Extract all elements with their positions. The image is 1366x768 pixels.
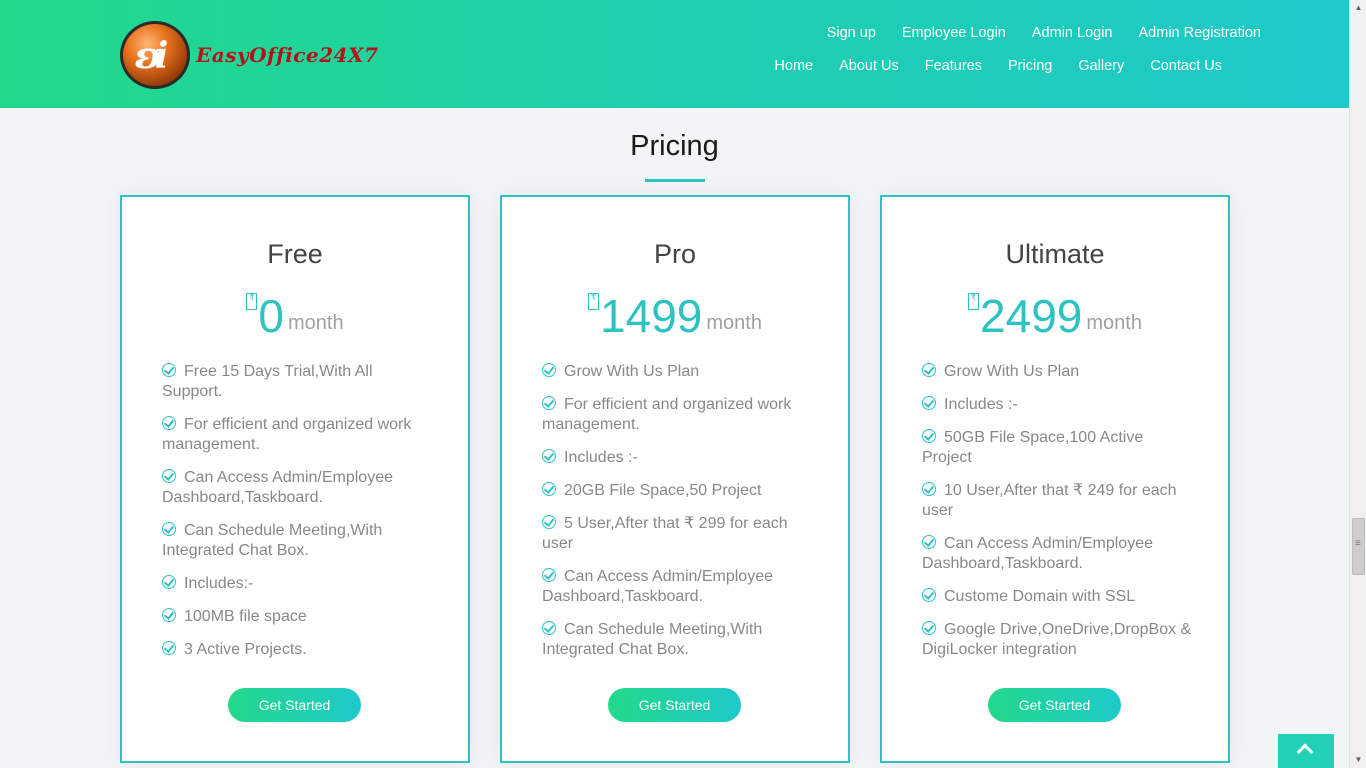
nav-gallery[interactable]: Gallery xyxy=(1078,58,1124,74)
back-to-top-button[interactable] xyxy=(1278,734,1334,768)
price-period: month xyxy=(706,312,762,334)
brand-logo[interactable]: ʚi EasyOffice24X7 xyxy=(120,20,410,90)
check-circle-icon xyxy=(162,641,176,655)
rupee-icon: ₹ xyxy=(588,293,600,310)
plan-name: Free xyxy=(267,239,323,269)
scroll-up-arrow-icon[interactable]: ▲ xyxy=(1351,0,1366,16)
check-circle-icon xyxy=(542,449,556,463)
check-circle-icon xyxy=(542,396,556,410)
logo-text: EasyOffice24X7 xyxy=(196,43,379,67)
check-circle-icon xyxy=(922,363,936,377)
feature-item: Includes:- xyxy=(162,574,437,594)
rupee-icon: ₹ xyxy=(246,293,258,310)
check-circle-icon xyxy=(922,482,936,496)
price-amount: 0 xyxy=(258,290,284,342)
price-period: month xyxy=(288,312,344,334)
top-nav: Sign up Employee Login Admin Login Admin… xyxy=(827,25,1261,41)
price-amount: 2499 xyxy=(980,290,1083,342)
price-period: month xyxy=(1086,312,1142,334)
feature-item: Includes :- xyxy=(542,448,817,468)
check-circle-icon xyxy=(922,535,936,549)
nav-contact-us[interactable]: Contact Us xyxy=(1150,58,1222,74)
plan-name: Ultimate xyxy=(1005,239,1105,269)
feature-item: Custome Domain with SSL xyxy=(922,587,1197,607)
price-row: ₹1499 month xyxy=(502,289,848,343)
check-circle-icon xyxy=(162,575,176,589)
feature-item: Grow With Us Plan xyxy=(922,362,1197,382)
scroll-down-arrow-icon[interactable]: ▼ xyxy=(1351,752,1366,768)
feature-item: Can Access Admin/Employee Dashboard,Task… xyxy=(162,469,393,506)
nav-about-us[interactable]: About Us xyxy=(839,58,899,74)
plan-name: Pro xyxy=(653,239,697,269)
price-row: ₹2499 month xyxy=(882,289,1228,343)
check-circle-icon xyxy=(922,588,936,602)
feature-item: Can Access Admin/Employee Dashboard,Task… xyxy=(922,535,1153,572)
section-title: Pricing xyxy=(630,130,719,162)
check-circle-icon xyxy=(162,608,176,622)
check-circle-icon xyxy=(162,522,176,536)
feature-list: Grow With Us Plan For efficient and orga… xyxy=(542,362,817,673)
check-circle-icon xyxy=(162,416,176,430)
check-circle-icon xyxy=(922,429,936,443)
nav-pricing[interactable]: Pricing xyxy=(1008,58,1052,74)
chevron-up-icon xyxy=(1296,743,1314,761)
pricing-card-free: Free ₹0 month Free 15 Days Trial,With All… xyxy=(120,195,470,763)
rupee-icon: ₹ xyxy=(968,293,980,310)
check-circle-icon xyxy=(542,621,556,635)
pricing-card-ultimate: Ultimate ₹2499 month Grow With Us Plan In… xyxy=(880,195,1230,763)
feature-list: Free 15 Days Trial,With All Support. For… xyxy=(162,362,437,673)
get-started-button-free[interactable]: Get Started xyxy=(228,688,361,722)
feature-item: Can Schedule Meeting,With Integrated Cha… xyxy=(162,522,383,559)
feature-item: Grow With Us Plan xyxy=(542,362,817,382)
nav-admin-login[interactable]: Admin Login xyxy=(1032,25,1113,41)
feature-item: 20GB File Space,50 Project xyxy=(542,481,817,501)
feature-item: Free 15 Days Trial,With All Support. xyxy=(162,363,373,400)
feature-item: 100MB file space xyxy=(162,607,437,627)
nav-employee-login[interactable]: Employee Login xyxy=(902,25,1006,41)
feature-list: Grow With Us Plan Includes :- 50GB File … xyxy=(922,362,1197,673)
main-nav: Home About Us Features Pricing Gallery C… xyxy=(774,58,1222,74)
feature-item: 10 User,After that ₹ 249 for each user xyxy=(922,482,1177,519)
check-circle-icon xyxy=(542,515,556,529)
check-circle-icon xyxy=(542,363,556,377)
price-amount: 1499 xyxy=(600,290,703,342)
pricing-card-pro: Pro ₹1499 month Grow With Us Plan For eff… xyxy=(500,195,850,763)
feature-item: Includes :- xyxy=(922,395,1197,415)
price-row: ₹0 month xyxy=(122,289,468,343)
get-started-button-ultimate[interactable]: Get Started xyxy=(988,688,1121,722)
check-circle-icon xyxy=(162,363,176,377)
title-underline xyxy=(645,179,705,182)
vertical-scrollbar[interactable]: ▲ ▼ xyxy=(1349,0,1366,768)
check-circle-icon xyxy=(922,621,936,635)
feature-item: Google Drive,OneDrive,DropBox & DigiLock… xyxy=(922,621,1192,658)
site-header: ʚi EasyOffice24X7 Sign up Employee Login… xyxy=(0,0,1349,108)
scrollbar-thumb[interactable] xyxy=(1352,518,1365,575)
feature-item: For efficient and organized work managem… xyxy=(542,396,792,433)
check-circle-icon xyxy=(922,396,936,410)
feature-item: 50GB File Space,100 Active Project xyxy=(922,429,1144,466)
get-started-button-pro[interactable]: Get Started xyxy=(608,688,741,722)
check-circle-icon xyxy=(542,568,556,582)
feature-item: Can Schedule Meeting,With Integrated Cha… xyxy=(542,621,763,658)
feature-item: 5 User,After that ₹ 299 for each user xyxy=(542,515,788,552)
nav-sign-up[interactable]: Sign up xyxy=(827,25,876,41)
check-circle-icon xyxy=(162,469,176,483)
feature-item: 3 Active Projects. xyxy=(162,640,437,660)
logo-emblem-icon: ʚi xyxy=(120,21,190,89)
feature-item: For efficient and organized work managem… xyxy=(162,416,412,453)
nav-admin-registration[interactable]: Admin Registration xyxy=(1139,25,1262,41)
nav-home[interactable]: Home xyxy=(774,58,813,74)
check-circle-icon xyxy=(542,482,556,496)
nav-features[interactable]: Features xyxy=(925,58,982,74)
feature-item: Can Access Admin/Employee Dashboard,Task… xyxy=(542,568,773,605)
